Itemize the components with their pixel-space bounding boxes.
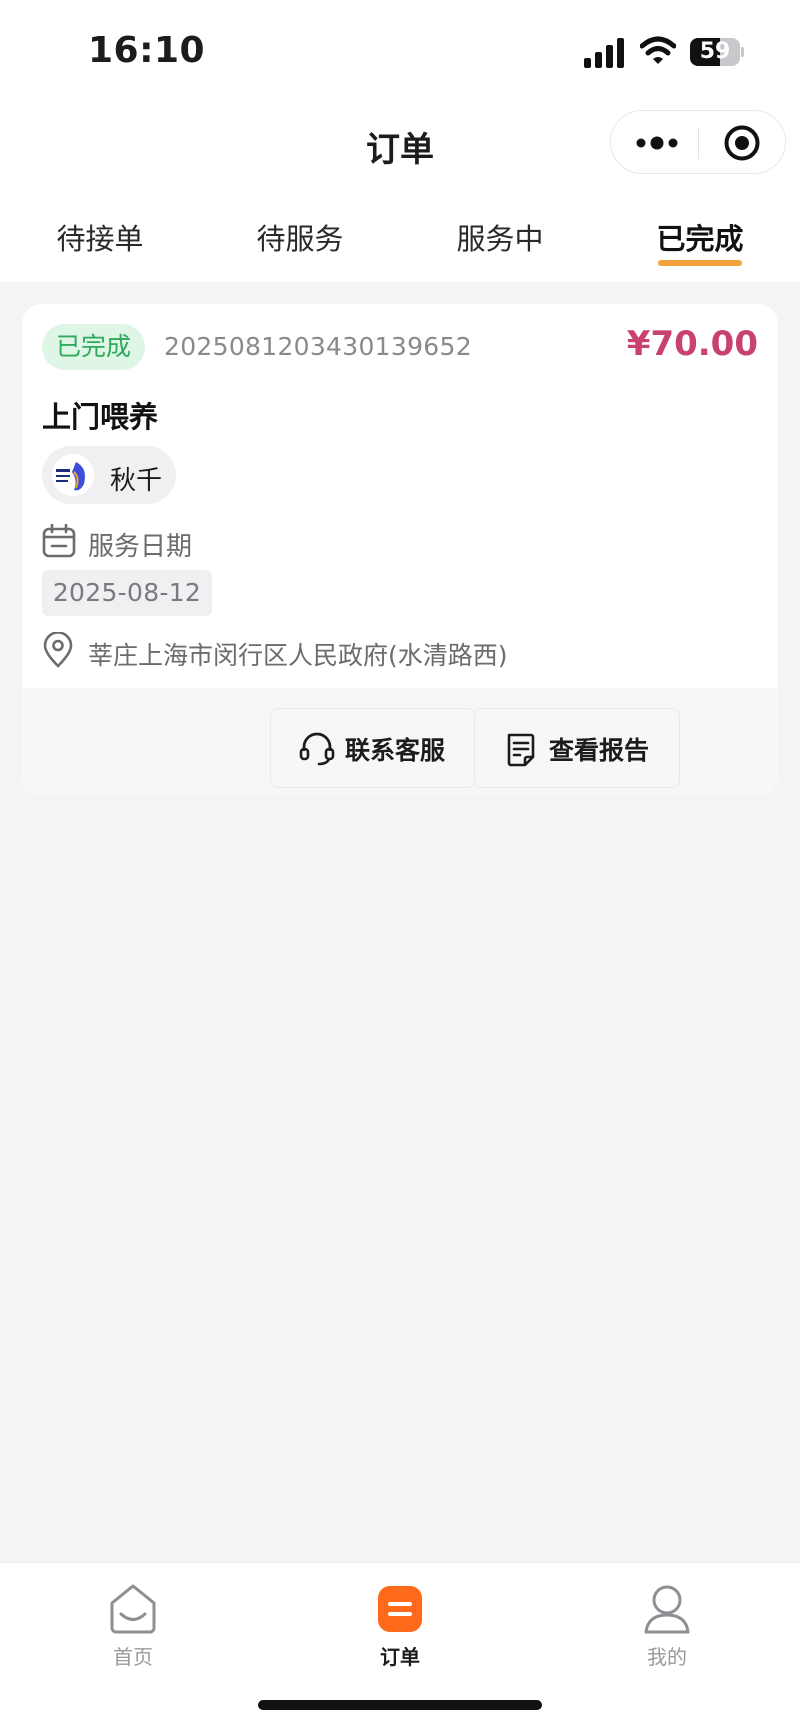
tab-pending-accept[interactable]: 待接单 bbox=[0, 216, 200, 258]
mini-program-capsule bbox=[610, 110, 786, 174]
order-number: 2025081203430139652 bbox=[164, 332, 472, 361]
pet-name: 秋千 bbox=[110, 466, 163, 496]
calendar-icon bbox=[42, 524, 76, 558]
status-time: 16:10 bbox=[88, 30, 206, 71]
service-name: 上门喂养 bbox=[42, 400, 159, 434]
pet-chip: 秋千 bbox=[42, 446, 176, 504]
nav-bar: 订单 bbox=[0, 100, 800, 190]
status-badge: 已完成 bbox=[42, 324, 146, 370]
order-price: ¥70.00 bbox=[626, 324, 758, 364]
close-target-icon[interactable] bbox=[723, 124, 761, 162]
capsule-divider bbox=[698, 127, 699, 159]
tab-pending-service[interactable]: 待服务 bbox=[200, 216, 400, 258]
tabbar-home[interactable]: 首页 bbox=[73, 1573, 193, 1673]
order-card[interactable]: 已完成 2025081203430139652 ¥70.00 上门喂养 秋千 服… bbox=[22, 304, 778, 796]
tabbar-orders-label: 订单 bbox=[380, 1645, 420, 1669]
battery-icon: 59 bbox=[690, 38, 744, 66]
home-indicator bbox=[258, 1700, 542, 1710]
tabbar-orders[interactable]: 订单 bbox=[340, 1573, 460, 1673]
home-icon bbox=[110, 1584, 156, 1634]
active-tab-indicator bbox=[658, 260, 742, 266]
more-icon[interactable] bbox=[633, 129, 681, 157]
profile-icon bbox=[644, 1585, 690, 1634]
tab-in-service[interactable]: 服务中 bbox=[400, 216, 600, 258]
tab-completed[interactable]: 已完成 bbox=[600, 216, 800, 258]
order-actions: 联系客服 查看报告 bbox=[22, 688, 778, 796]
battery-tip bbox=[741, 47, 744, 57]
service-date-label: 服务日期 bbox=[88, 532, 193, 562]
view-report-button[interactable]: 查看报告 bbox=[474, 708, 680, 788]
service-address: 莘庄上海市闵行区人民政府(水清路西) bbox=[88, 641, 508, 670]
view-report-label: 查看报告 bbox=[549, 736, 650, 765]
battery-level: 59 bbox=[699, 39, 731, 64]
service-date-value: 2025-08-12 bbox=[42, 570, 212, 616]
tabbar-profile-label: 我的 bbox=[647, 1645, 687, 1669]
wifi-icon bbox=[640, 36, 676, 64]
contact-support-label: 联系客服 bbox=[345, 736, 446, 765]
address-row: 莘庄上海市闵行区人民政府(水清路西) bbox=[42, 632, 742, 672]
report-document-icon bbox=[507, 733, 535, 767]
orders-icon bbox=[378, 1586, 422, 1632]
battery-body: 59 bbox=[690, 38, 740, 66]
pet-avatar bbox=[52, 454, 94, 496]
status-bar: 16:10 59 bbox=[0, 0, 800, 100]
tabbar-home-label: 首页 bbox=[113, 1645, 153, 1669]
headset-icon bbox=[299, 732, 335, 766]
order-status-tabs: 待接单 待服务 服务中 已完成 bbox=[0, 190, 800, 282]
contact-support-button[interactable]: 联系客服 bbox=[270, 708, 476, 788]
location-pin-icon bbox=[43, 632, 73, 668]
signal-icon bbox=[584, 38, 624, 68]
tabbar-profile[interactable]: 我的 bbox=[607, 1573, 727, 1673]
